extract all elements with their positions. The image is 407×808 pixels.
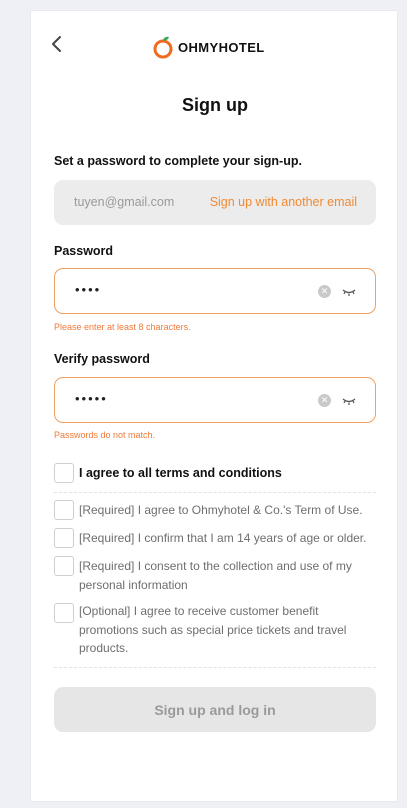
page-title: Sign up xyxy=(182,95,248,115)
divider xyxy=(54,492,376,493)
terms-label-3: [Required] I consent to the collection a… xyxy=(79,559,352,592)
chevron-left-icon xyxy=(52,36,61,52)
password-error: Please enter at least 8 characters. xyxy=(54,322,191,332)
eye-closed-icon[interactable] xyxy=(341,284,357,298)
terms-checkbox-3[interactable] xyxy=(54,556,74,576)
logo-text: OHMYHOTEL xyxy=(178,39,265,55)
password-value: •••• xyxy=(75,282,102,297)
logo: OHMYHOTEL xyxy=(152,34,265,60)
password-field[interactable]: •••• ✕ xyxy=(54,268,376,314)
terms-checkbox-1[interactable] xyxy=(54,500,74,520)
back-button[interactable] xyxy=(47,33,67,55)
terms-label-2: [Required] I confirm that I am 14 years … xyxy=(79,531,367,545)
agree-all-label: I agree to all terms and conditions xyxy=(79,466,282,480)
verify-password-value: ••••• xyxy=(75,391,108,406)
email-value: tuyen@gmail.com xyxy=(74,195,175,209)
agree-all-checkbox[interactable] xyxy=(54,463,74,483)
orange-logo-icon xyxy=(153,36,173,59)
email-box: tuyen@gmail.com Sign up with another ema… xyxy=(54,180,376,225)
verify-password-label: Verify password xyxy=(54,352,150,366)
clear-icon[interactable]: ✕ xyxy=(318,285,331,298)
change-email-link[interactable]: Sign up with another email xyxy=(210,195,357,209)
verify-password-field[interactable]: ••••• ✕ xyxy=(54,377,376,423)
divider xyxy=(54,667,376,668)
verify-password-error: Passwords do not match. xyxy=(54,430,156,440)
terms-label-1: [Required] I agree to Ohmyhotel & Co.'s … xyxy=(79,503,363,517)
signup-card: OHMYHOTEL Sign up Set a password to comp… xyxy=(30,10,398,802)
eye-closed-icon[interactable] xyxy=(341,393,357,407)
terms-checkbox-4[interactable] xyxy=(54,603,74,623)
signup-submit-button[interactable]: Sign up and log in xyxy=(54,687,376,732)
password-label: Password xyxy=(54,244,114,258)
terms-checkbox-2[interactable] xyxy=(54,528,74,548)
terms-label-4: [Optional] I agree to receive customer b… xyxy=(79,604,347,655)
clear-icon[interactable]: ✕ xyxy=(318,394,331,407)
page-subtitle: Set a password to complete your sign-up. xyxy=(54,154,302,168)
